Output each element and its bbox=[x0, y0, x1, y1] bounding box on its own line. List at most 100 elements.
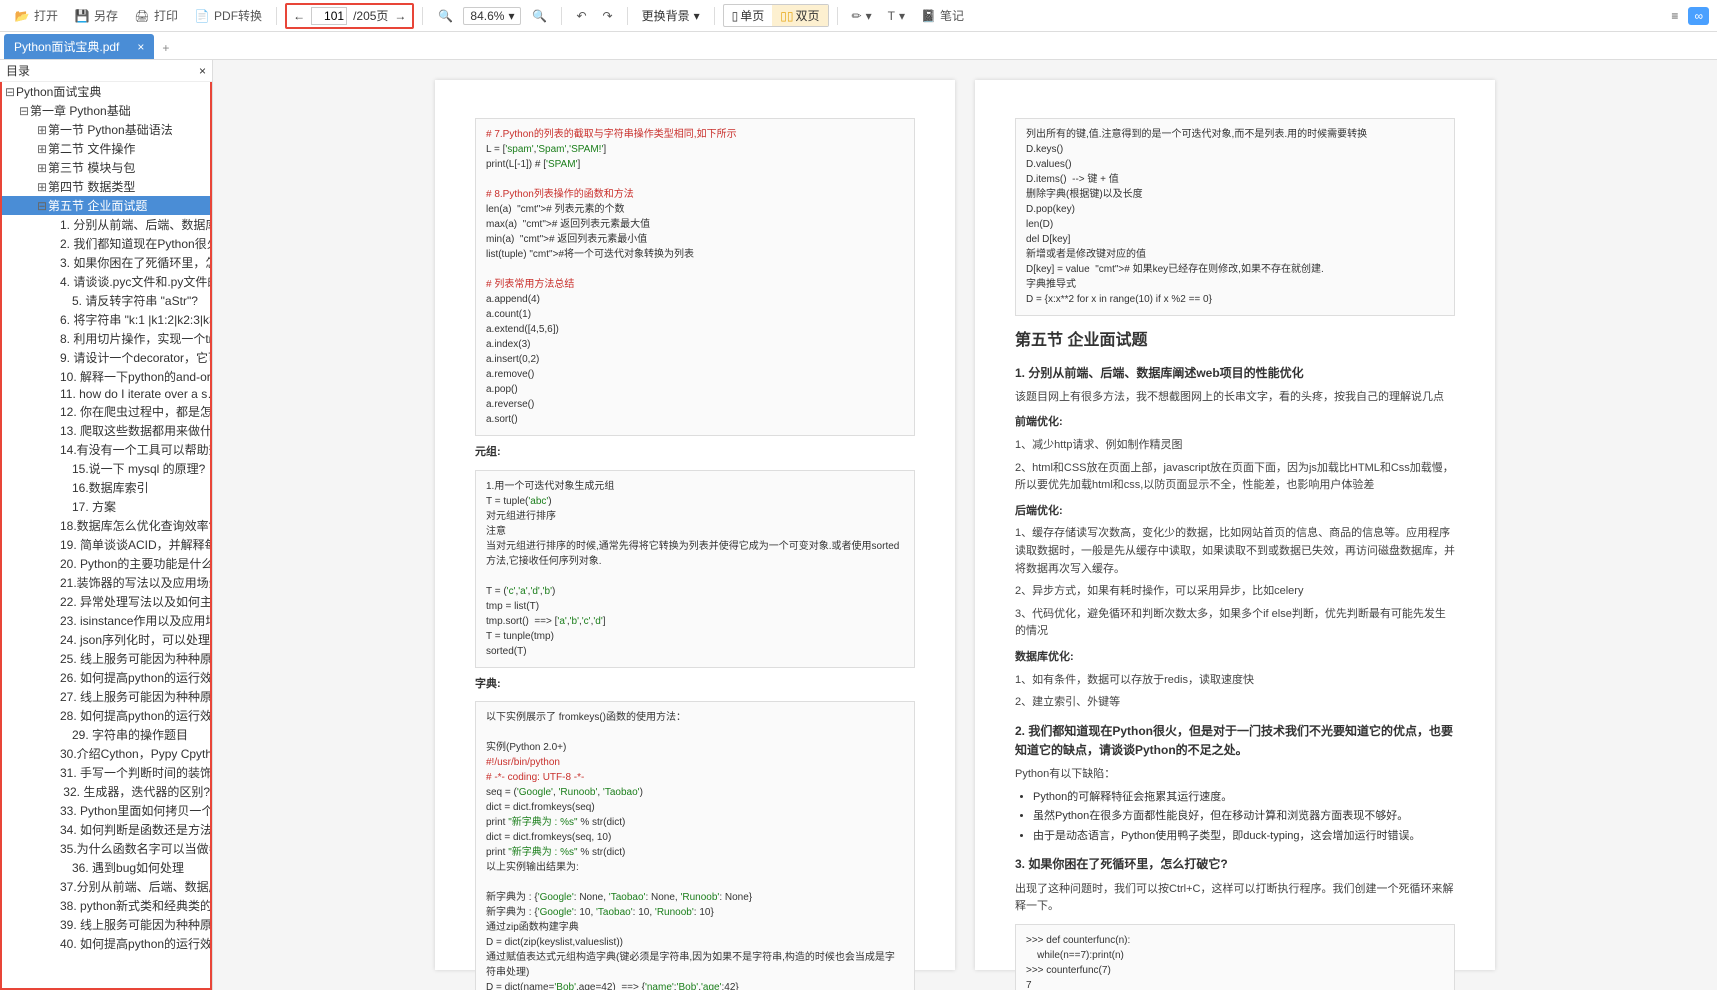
code-block: # 7.Python的列表的截取与字符串操作类型相同,如下所示L = ['spa… bbox=[475, 118, 915, 436]
page-number-input[interactable] bbox=[311, 7, 347, 25]
outline-item[interactable]: 3. 如果你困在了死循环里，怎… bbox=[2, 253, 210, 272]
tab-title: Python面试宝典.pdf bbox=[14, 38, 119, 55]
list-item: Python的可解释特征会拖累其运行速度。 bbox=[1033, 789, 1455, 807]
outline-item[interactable]: ⊞第四节 数据类型 bbox=[2, 177, 210, 196]
chevron-down-icon: ▾ bbox=[694, 9, 700, 23]
print-button[interactable]: 🖨打印 bbox=[128, 5, 184, 26]
convert-icon: 📄 bbox=[194, 8, 210, 24]
zoom-dropdown[interactable]: 84.6%▾ bbox=[463, 7, 521, 25]
outline-item[interactable]: 33. Python里面如何拷贝一个对… bbox=[2, 801, 210, 820]
outline-item[interactable]: ⊟Python面试宝典 bbox=[2, 82, 210, 101]
paragraph: 出现了这种问题时，我们可以按Ctrl+C，这样可以打断执行程序。我们创建一个死循… bbox=[1015, 881, 1455, 916]
add-tab-button[interactable]: + bbox=[154, 37, 177, 59]
open-button[interactable]: 📂打开 bbox=[8, 5, 64, 26]
outline-item[interactable]: 38. python新式类和经典类的区… bbox=[2, 896, 210, 915]
sidebar-title: 目录 bbox=[6, 62, 30, 79]
zoom-out-icon: 🔍 bbox=[437, 8, 453, 24]
outline-item[interactable]: 6. 将字符串 "k:1 |k1:2|k2:3|k3… bbox=[2, 310, 210, 329]
next-page-button[interactable]: → bbox=[394, 9, 406, 23]
prev-page-button[interactable]: ← bbox=[293, 9, 305, 23]
marker-icon: ✏ bbox=[852, 9, 862, 23]
outline-item[interactable]: 13. 爬取这些数据都用来做什么… bbox=[2, 421, 210, 440]
outline-item[interactable]: 37.分别从前端、后端、数据库… bbox=[2, 877, 210, 896]
outline-item[interactable]: 34. 如何判断是函数还是方法?… bbox=[2, 820, 210, 839]
section-label: 元组: bbox=[475, 444, 915, 462]
outline-item[interactable]: 27. 线上服务可能因为种种原因… bbox=[2, 687, 210, 706]
page-navigation-highlight: ← /205页 → bbox=[285, 3, 414, 29]
double-page-button[interactable]: ▯▯双页 bbox=[772, 5, 827, 26]
saveas-button[interactable]: 💾另存 bbox=[68, 5, 124, 26]
outline-item[interactable]: 28. 如何提高python的运行效率… bbox=[2, 706, 210, 725]
outline-item[interactable]: 4. 请谈谈.pyc文件和.py文件的… bbox=[2, 272, 210, 291]
outline-item[interactable]: 14.有没有一个工具可以帮助查… bbox=[2, 440, 210, 459]
outline-tree[interactable]: ⊟Python面试宝典⊟第一章 Python基础⊞第一节 Python基础语法⊞… bbox=[0, 82, 212, 990]
outline-item[interactable]: 16.数据库索引 bbox=[2, 478, 210, 497]
rotate-left-button[interactable]: ↶ bbox=[570, 7, 592, 25]
separator bbox=[714, 7, 715, 25]
question-heading: 3. 如果你困在了死循环里，怎么打破它? bbox=[1015, 855, 1455, 874]
separator bbox=[627, 7, 628, 25]
outline-item[interactable]: 22. 异常处理写法以及如何主动… bbox=[2, 592, 210, 611]
outline-item[interactable]: ⊟第五节 企业面试题 bbox=[2, 196, 210, 215]
document-viewport[interactable]: # 7.Python的列表的截取与字符串操作类型相同,如下所示L = ['spa… bbox=[213, 60, 1717, 990]
outline-item[interactable]: 8. 利用切片操作，实现一个trim… bbox=[2, 329, 210, 348]
single-page-button[interactable]: ▯单页 bbox=[724, 5, 773, 26]
zoom-out-button[interactable]: 🔍 bbox=[431, 6, 459, 26]
outline-item[interactable]: 11. how do I iterate over a s… bbox=[2, 386, 210, 402]
outline-item[interactable]: 12. 你在爬虫过程中，都是怎么… bbox=[2, 402, 210, 421]
zoom-in-button[interactable]: 🔍 bbox=[525, 6, 553, 26]
outline-item[interactable]: 39. 线上服务可能因为种种原因… bbox=[2, 915, 210, 934]
print-icon: 🖨 bbox=[134, 8, 150, 24]
outline-item[interactable]: 9. 请设计一个decorator，它可… bbox=[2, 348, 210, 367]
paragraph: Python有以下缺陷： bbox=[1015, 766, 1455, 784]
infinity-badge[interactable]: ∞ bbox=[1688, 7, 1709, 25]
outline-item[interactable]: 10. 解释一下python的and-or… bbox=[2, 367, 210, 386]
outline-item[interactable]: 5. 请反转字符串 "aStr"? bbox=[2, 291, 210, 310]
text-button[interactable]: T▾ bbox=[882, 7, 911, 25]
outline-item[interactable]: 29. 字符串的操作题目 bbox=[2, 725, 210, 744]
menu-button[interactable]: ≡ bbox=[1665, 7, 1684, 25]
paragraph: 3、代码优化，避免循环和判断次数太多，如果多个if else判断，优先判断最有可… bbox=[1015, 606, 1455, 641]
document-tab[interactable]: Python面试宝典.pdf × bbox=[4, 34, 154, 59]
outline-item[interactable]: 40. 如何提高python的运行效率… bbox=[2, 934, 210, 953]
separator bbox=[276, 7, 277, 25]
list-item: 虽然Python在很多方面都性能良好，但在移动计算和浏览器方面表现不够好。 bbox=[1033, 808, 1455, 826]
pdf-page-left: # 7.Python的列表的截取与字符串操作类型相同,如下所示L = ['spa… bbox=[435, 80, 955, 970]
outline-item[interactable]: 23. isinstance作用以及应用场… bbox=[2, 611, 210, 630]
double-page-icon: ▯▯ bbox=[780, 9, 793, 23]
outline-item[interactable]: 24. json序列化时，可以处理的… bbox=[2, 630, 210, 649]
outline-item[interactable]: 31. 手写一个判断时间的装饰器… bbox=[2, 763, 210, 782]
outline-item[interactable]: 17. 方案 bbox=[2, 497, 210, 516]
outline-item[interactable]: 2. 我们都知道现在Python很火… bbox=[2, 234, 210, 253]
outline-item[interactable]: 18.数据库怎么优化查询效率? bbox=[2, 516, 210, 535]
tab-close-button[interactable]: × bbox=[137, 40, 144, 54]
outline-item[interactable]: 25. 线上服务可能因为种种原因… bbox=[2, 649, 210, 668]
outline-item[interactable]: 21.装饰器的写法以及应用场景… bbox=[2, 573, 210, 592]
outline-item[interactable]: 1. 分别从前端、后端、数据库… bbox=[2, 215, 210, 234]
outline-item[interactable]: 36. 遇到bug如何处理 bbox=[2, 858, 210, 877]
outline-item[interactable]: 30.介绍Cython，Pypy Cpytho… bbox=[2, 744, 210, 763]
pdf-convert-button[interactable]: 📄PDF转换 bbox=[188, 5, 268, 26]
change-background-dropdown[interactable]: 更换背景 ▾ bbox=[636, 5, 706, 26]
outline-item[interactable]: ⊟第一章 Python基础 bbox=[2, 101, 210, 120]
outline-item[interactable]: ⊞第一节 Python基础语法 bbox=[2, 120, 210, 139]
note-button[interactable]: 📓笔记 bbox=[915, 5, 970, 26]
question-heading: 2. 我们都知道现在Python很火，但是对于一门技术我们不光要知道它的优点，也… bbox=[1015, 722, 1455, 760]
highlight-button[interactable]: ✏▾ bbox=[846, 7, 878, 25]
outline-item[interactable]: 35.为什么函数名字可以当做参… bbox=[2, 839, 210, 858]
outline-item[interactable]: 26. 如何提高python的运行效率… bbox=[2, 668, 210, 687]
outline-item[interactable]: 32. 生成器，迭代器的区别? bbox=[2, 782, 210, 801]
outline-item[interactable]: 19. 简单谈谈ACID，并解释每… bbox=[2, 535, 210, 554]
code-block: 1.用一个可迭代对象生成元组T = tuple('abc')对元组进行排序注意当… bbox=[475, 470, 915, 668]
outline-item[interactable]: ⊞第三节 模块与包 bbox=[2, 158, 210, 177]
outline-item[interactable]: ⊞第二节 文件操作 bbox=[2, 139, 210, 158]
outline-item[interactable]: 20. Python的主要功能是什么?… bbox=[2, 554, 210, 573]
paragraph: 1、缓存存储读写次数高，变化少的数据，比如网站首页的信息、商品的信息等。应用程序… bbox=[1015, 525, 1455, 578]
sidebar-header: 目录 × bbox=[0, 60, 212, 82]
separator bbox=[561, 7, 562, 25]
rotate-right-button[interactable]: ↷ bbox=[597, 7, 619, 25]
view-mode-group: ▯单页 ▯▯双页 bbox=[723, 4, 829, 27]
sidebar-close-button[interactable]: × bbox=[199, 64, 206, 78]
paragraph: 该题目网上有很多方法，我不想截图网上的长串文字，看的头疼，按我自己的理解说几点 bbox=[1015, 389, 1455, 407]
outline-item[interactable]: 15.说一下 mysql 的原理? bbox=[2, 459, 210, 478]
